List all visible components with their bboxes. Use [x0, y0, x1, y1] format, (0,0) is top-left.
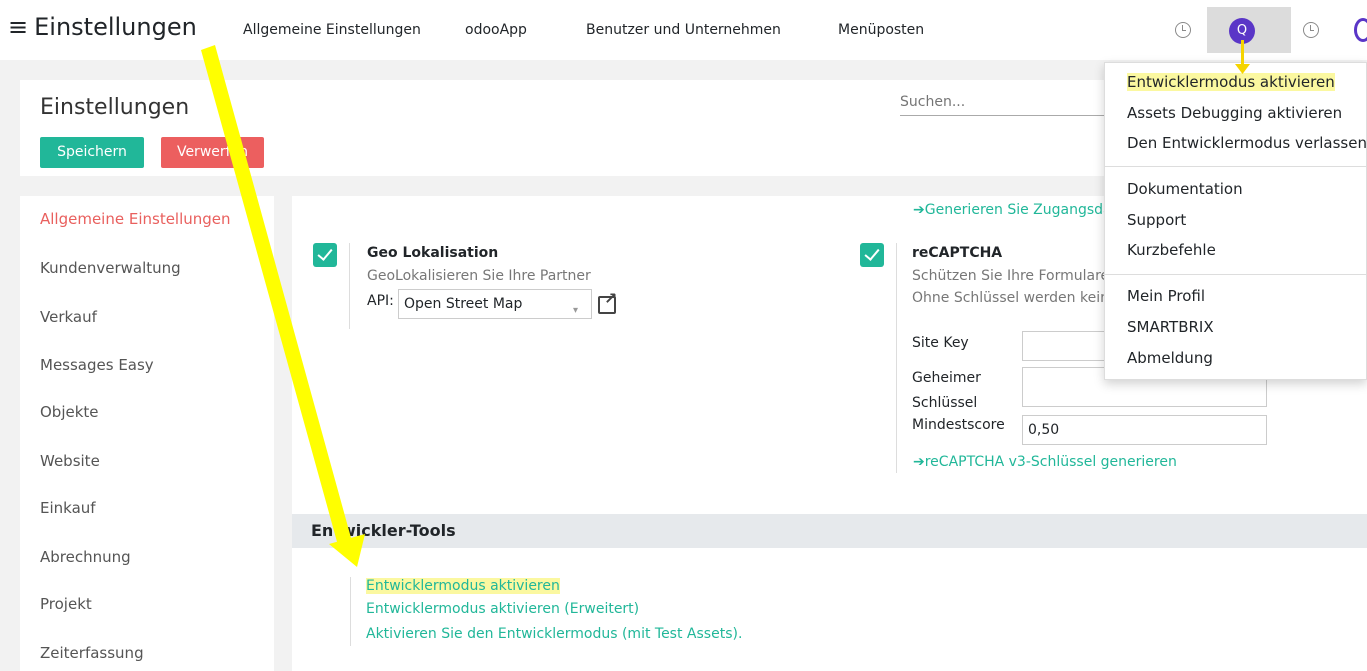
activity-clock-icon[interactable]: [1303, 22, 1319, 38]
menu-assets-debugging[interactable]: Assets Debugging aktivieren: [1127, 104, 1342, 122]
geo-localization-checkbox[interactable]: [313, 243, 337, 267]
chevron-down-icon: ▾: [573, 305, 579, 316]
recaptcha-description: Schützen Sie Ihre Formulare: [912, 268, 1110, 284]
page-title: Einstellungen: [40, 95, 190, 120]
sidebar-item-messages-easy[interactable]: Messages Easy: [40, 356, 154, 374]
menu-divider: [1104, 274, 1367, 275]
menu-smartbrix[interactable]: SMARTBRIX: [1127, 318, 1214, 336]
clock-icon[interactable]: [1175, 22, 1191, 38]
company-logo-icon[interactable]: [1354, 18, 1367, 42]
activate-dev-mode-test-assets-link[interactable]: Aktivieren Sie den Entwicklermodus (mit …: [366, 626, 742, 642]
sidebar-item-objects[interactable]: Objekte: [40, 403, 99, 421]
search-input[interactable]: [900, 88, 1110, 116]
sidebar-item-project[interactable]: Projekt: [40, 595, 92, 613]
external-link-icon[interactable]: [598, 289, 617, 314]
nav-general-settings[interactable]: Allgemeine Einstellungen: [243, 22, 421, 38]
menu-activate-dev-mode[interactable]: Entwicklermodus aktivieren: [1127, 73, 1335, 91]
menu-my-profile[interactable]: Mein Profil: [1127, 287, 1205, 305]
min-score-input[interactable]: 0,50: [1022, 415, 1267, 445]
sidebar-item-crm[interactable]: Kundenverwaltung: [40, 259, 181, 277]
user-avatar[interactable]: Q: [1229, 18, 1255, 44]
site-key-label: Site Key: [912, 335, 969, 351]
sidebar-item-timesheets[interactable]: Zeiterfassung: [40, 644, 144, 662]
geo-description: GeoLokalisieren Sie Ihre Partner: [367, 268, 591, 284]
discard-button[interactable]: Verwerfen: [161, 137, 264, 168]
min-score-label: Mindestscore: [912, 417, 1005, 433]
dev-tools-title: Entwickler-Tools: [311, 521, 456, 540]
recaptcha-description-2: Ohne Schlüssel werden keine: [912, 290, 1118, 306]
app-title-label: Einstellungen: [34, 13, 197, 41]
geo-separator: [349, 243, 350, 329]
dev-tools-separator: [350, 577, 351, 646]
save-button[interactable]: Speichern: [40, 137, 144, 168]
recaptcha-separator: [896, 243, 897, 473]
menu-divider: [1104, 166, 1367, 167]
activate-dev-mode-advanced-link[interactable]: Entwicklermodus aktivieren (Erweitert): [366, 601, 639, 617]
sidebar-item-invoicing[interactable]: Abrechnung: [40, 548, 131, 566]
nav-odooapp[interactable]: odooApp: [465, 22, 527, 38]
recaptcha-checkbox[interactable]: [860, 243, 884, 267]
sidebar-item-general-settings[interactable]: Allgemeine Einstellungen: [40, 210, 231, 228]
menu-shortcuts[interactable]: Kurzbefehle: [1127, 241, 1216, 259]
recaptcha-title: reCAPTCHA: [912, 245, 1003, 261]
generate-credentials-link[interactable]: ➔Generieren Sie Zugangsdaten: [913, 202, 1135, 218]
sidebar-item-purchase[interactable]: Einkauf: [40, 499, 96, 517]
sidebar-item-website[interactable]: Website: [40, 452, 100, 470]
sidebar-item-sales[interactable]: Verkauf: [40, 308, 97, 326]
nav-users-companies[interactable]: Benutzer und Unternehmen: [586, 22, 781, 38]
menu-logout[interactable]: Abmeldung: [1127, 349, 1213, 367]
menu-documentation[interactable]: Dokumentation: [1127, 180, 1243, 198]
hamburger-icon[interactable]: ≡: [8, 13, 28, 41]
app-title[interactable]: ≡ Einstellungen: [8, 13, 197, 41]
nav-menu-items[interactable]: Menüposten: [838, 22, 924, 38]
activate-dev-mode-link[interactable]: Entwicklermodus aktivieren: [366, 578, 560, 594]
secret-key-label: Geheimer: [912, 370, 981, 386]
geo-api-select[interactable]: Open Street Map: [398, 289, 592, 319]
menu-leave-dev-mode[interactable]: Den Entwicklermodus verlassen: [1127, 134, 1367, 152]
secret-key-label-2: Schlüssel: [912, 395, 978, 411]
geo-title: Geo Lokalisation: [367, 245, 499, 261]
geo-api-label: API:: [367, 293, 394, 309]
menu-support[interactable]: Support: [1127, 211, 1186, 229]
recaptcha-generate-link[interactable]: ➔reCAPTCHA v3-Schlüssel generieren: [913, 454, 1177, 470]
